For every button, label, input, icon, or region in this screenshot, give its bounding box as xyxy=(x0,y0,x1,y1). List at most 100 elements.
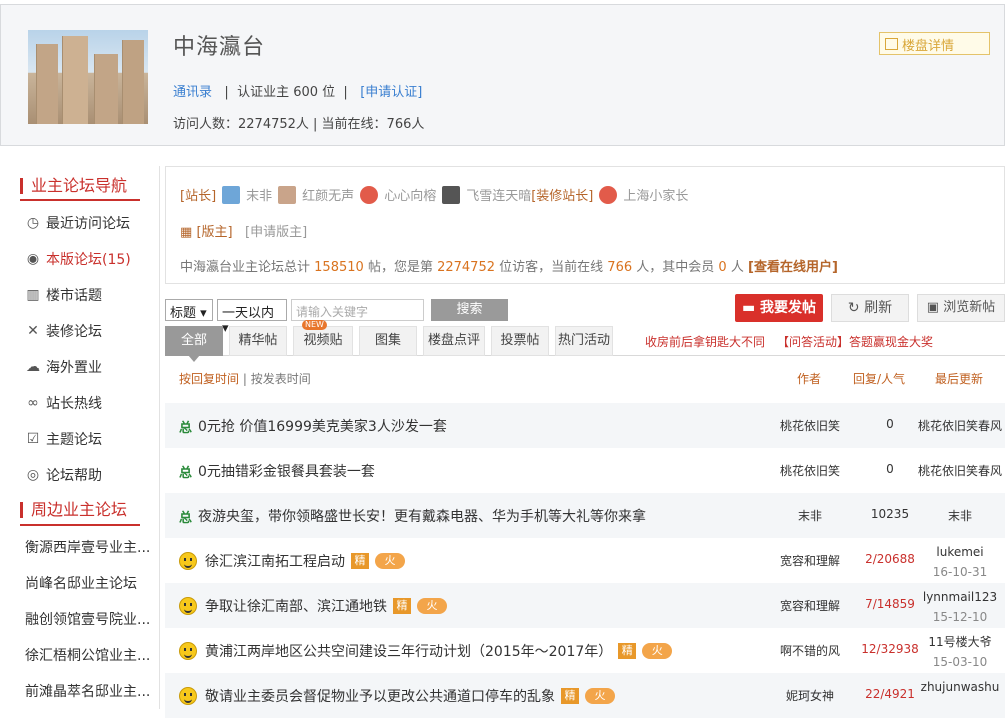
sidebar-item-hotline[interactable]: ∞ 站长热线 xyxy=(25,393,102,413)
moderator-name[interactable]: 心心向榕 xyxy=(384,185,436,204)
table-row[interactable]: 总夜游央玺，带你领略盛世长安！更有戴森电器、华为手机等大礼等你来拿 末非 102… xyxy=(165,493,1005,538)
avatar[interactable] xyxy=(360,185,379,204)
thread-last-update: lynnmail123 15-12-10 xyxy=(910,587,1005,627)
thread-last-user[interactable]: lukemei xyxy=(910,542,1005,562)
sort-options: 按回复时间 | 按发表时间 xyxy=(179,372,311,386)
link-icon: ∞ xyxy=(27,395,39,411)
promo-link[interactable]: 【问答活动】答题赢现金大奖 xyxy=(777,333,933,350)
browse-icon: ▣ xyxy=(926,300,940,315)
thread-last-update: 11号楼大爷 15-03-10 xyxy=(910,632,1005,672)
browse-new-button[interactable]: ▣ 浏览新帖 xyxy=(917,294,1005,322)
tab-all[interactable]: 全部 xyxy=(165,326,223,362)
nearby-section-title: 周边业主论坛 xyxy=(20,502,127,518)
sidebar-item-topic[interactable]: ☑ 主题论坛 xyxy=(25,429,102,449)
col-last: 最后更新 xyxy=(935,372,984,386)
thread-title[interactable]: 夜游央玺，带你领略盛世长安！更有戴森电器、华为手机等大礼等你来拿 xyxy=(198,506,646,526)
tab-video[interactable]: NEW 视频贴 xyxy=(293,320,353,356)
thread-last-user[interactable]: zhujunwashu xyxy=(910,677,1005,697)
sidebar-item-recent[interactable]: ◷ 最近访问论坛 xyxy=(25,213,130,233)
moderator-name[interactable]: 上海小家长 xyxy=(623,185,688,204)
refresh-button[interactable]: ↻ 刷新 xyxy=(831,294,909,322)
nearby-forum-item[interactable]: 融创领馆壹号院业... xyxy=(25,609,150,629)
pinned-badge: 总 xyxy=(179,465,193,481)
contacts-link[interactable]: 通讯录 xyxy=(173,85,212,100)
nav-section-title: 业主论坛导航 xyxy=(20,178,127,194)
sidebar-item-decoration[interactable]: ✕ 装修论坛 xyxy=(25,321,102,341)
pinned-badge: 总 xyxy=(179,510,193,526)
table-row[interactable]: 徐汇滨江南拓工程启动精火 宽容和理解 2/20688 lukemei 16-10-… xyxy=(165,538,1005,583)
thread-title[interactable]: 黄浦江两岸地区公共空间建设三年行动计划（2015年～2017年） xyxy=(205,641,612,661)
thread-last-update: lukemei 16-10-31 xyxy=(910,542,1005,582)
thread-title[interactable]: 争取让徐汇南部、滨江通地铁 xyxy=(205,596,387,616)
refresh-icon: ↻ xyxy=(847,300,860,316)
thread-title[interactable]: 敬请业主委员会督促物业予以更改公共通道口停车的乱象 xyxy=(205,686,555,706)
avatar[interactable] xyxy=(442,185,461,204)
building-detail-icon xyxy=(885,38,898,50)
thread-title[interactable]: 0元抽错彩金银餐具套装一套 xyxy=(198,461,375,481)
table-row[interactable]: 争取让徐汇南部、滨江通地铁精火 宽容和理解 7/14859 lynnmail12… xyxy=(165,583,1005,628)
field-select[interactable]: 标题 ▾ xyxy=(165,299,213,321)
hot-badge: 火 xyxy=(585,688,615,704)
thread-title[interactable]: 0元抢 价值16999美克美家3人沙发一套 xyxy=(198,416,447,436)
thread-title[interactable]: 徐汇滨江南拓工程启动 xyxy=(205,551,345,571)
sidebar-item-overseas[interactable]: ☁ 海外置业 xyxy=(25,357,102,377)
thread-last-user[interactable]: 末非 xyxy=(910,507,1005,524)
col-author: 作者 xyxy=(797,372,822,386)
clock-icon: ◷ xyxy=(26,215,40,231)
chat-icon: ☁ xyxy=(26,359,40,375)
nearby-forum-item[interactable]: 衡源西岸壹号业主... xyxy=(25,537,150,557)
moderator-name[interactable]: 末非 xyxy=(246,185,272,204)
avatar[interactable] xyxy=(599,185,618,204)
tab-review[interactable]: 楼盘点评 xyxy=(423,326,485,356)
thread-last-user[interactable]: 桃花依旧笑春风 xyxy=(910,417,1005,434)
search-button[interactable]: 搜索 xyxy=(431,299,508,321)
sidebar-item-market[interactable]: ▥ 楼市话题 xyxy=(25,285,102,305)
sidebar-item-this-forum[interactable]: ◉ 本版论坛(15) xyxy=(25,249,131,269)
tab-events[interactable]: 热门活动 xyxy=(555,326,613,356)
nearby-forum-item[interactable]: 前滩晶萃名邸业主... xyxy=(25,681,150,701)
thread-last-date: 15-03-10 xyxy=(932,655,988,669)
nearby-forum-item[interactable]: 尚峰名邸业主论坛 xyxy=(25,573,137,593)
table-row[interactable]: 总 0元抢 价值16999美克美家3人沙发一套 桃花依旧笑 0 桃花依旧笑春风 xyxy=(165,403,1005,448)
sidebar-item-help[interactable]: ◎ 论坛帮助 xyxy=(25,465,102,485)
tab-vote[interactable]: 投票帖 xyxy=(491,326,549,356)
apply-mod-link[interactable]: [申请版主] xyxy=(245,225,307,240)
essence-badge: 精 xyxy=(393,598,411,614)
thread-last-user[interactable]: lynnmail123 xyxy=(910,587,1005,607)
nearby-forum-item[interactable]: 徐汇梧桐公馆业主... xyxy=(25,645,150,665)
deco-label: [装修站长] xyxy=(531,189,594,204)
certified-count: 认证业主 600 位 xyxy=(237,85,336,100)
apply-cert-link[interactable]: [申请认证] xyxy=(360,85,422,100)
thread-tabs: 全部 精华帖 NEW 视频贴 图集 楼盘点评 投票帖 热门活动 收房前后拿钥匙大不… xyxy=(165,320,1005,362)
pinned-badge: 总 xyxy=(179,420,193,436)
view-online-link[interactable]: [查看在线用户] xyxy=(748,260,838,275)
moderator-name[interactable]: 红颜无声 xyxy=(302,185,354,204)
table-row[interactable]: 总 0元抽错彩金银餐具套装一套 桃花依旧笑 0 桃花依旧笑春风 xyxy=(165,448,1005,493)
chevron-down-icon: ▾ xyxy=(200,306,207,321)
nav-section-divider xyxy=(20,199,140,201)
thread-last-user[interactable]: 桃花依旧笑春风 xyxy=(910,462,1005,479)
essence-badge: 精 xyxy=(351,553,369,569)
hot-badge: 火 xyxy=(642,643,673,659)
avatar[interactable] xyxy=(278,185,297,204)
thread-last-user[interactable]: 11号楼大爷 xyxy=(910,632,1005,652)
table-row[interactable]: 黄浦江两岸地区公共空间建设三年行动计划（2015年～2017年）精火 啊不错的风… xyxy=(165,628,1005,673)
table-row[interactable]: 敬请业主委员会督促物业予以更改公共通道口停车的乱象精火 妮珂女神 22/4921… xyxy=(165,673,1005,718)
moderator-name[interactable]: 飞雪连天暗 xyxy=(466,185,531,204)
header-links: 通讯录 | 认证业主 600 位 | [申请认证] xyxy=(173,85,423,100)
help-icon: ◎ xyxy=(26,467,40,483)
tab-essence[interactable]: 精华帖 xyxy=(229,326,287,356)
promo-link[interactable]: 收房前后拿钥匙大不同 xyxy=(645,333,765,350)
sort-by-post[interactable]: 按发表时间 xyxy=(251,372,311,386)
new-post-button[interactable]: ▬ 我要发帖 xyxy=(735,294,823,322)
mod-icon: ▦ xyxy=(180,225,193,240)
estate-detail-button[interactable]: 楼盘详情 xyxy=(879,32,990,55)
search-input[interactable]: 请输入关键字 xyxy=(291,299,424,321)
sort-by-reply[interactable]: 按回复时间 xyxy=(179,372,239,386)
time-select[interactable]: 一天以内 ▾ xyxy=(217,299,287,336)
forum-stats: 中海瀛台业主论坛总计 158510 帖，您是第 2274752 位访客，当前在线… xyxy=(180,260,838,275)
estate-title: 中海瀛台 xyxy=(173,35,266,60)
avatar[interactable] xyxy=(222,185,241,204)
edit-icon: ☑ xyxy=(26,431,40,447)
tab-gallery[interactable]: 图集 xyxy=(359,326,417,356)
